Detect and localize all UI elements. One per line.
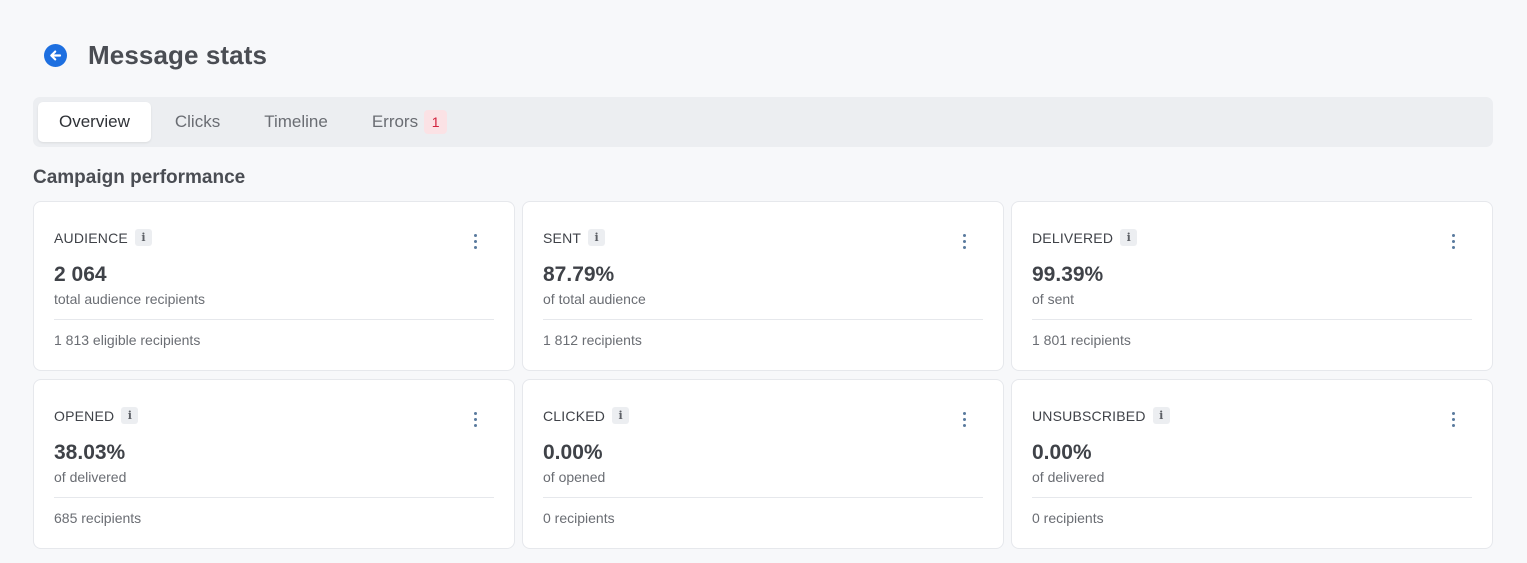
stat-card-unsubscribed: UNSUBSCRIBED i 0.00% of delivered 0 reci…	[1011, 379, 1493, 549]
card-footer: 1 801 recipients	[1032, 332, 1131, 348]
divider	[54, 319, 494, 320]
card-footer: 1 813 eligible recipients	[54, 332, 201, 348]
card-subtitle: total audience recipients	[54, 291, 205, 307]
divider	[1032, 497, 1472, 498]
info-icon[interactable]: i	[121, 407, 139, 424]
card-label: UNSUBSCRIBED	[1032, 407, 1146, 424]
card-value: 38.03%	[54, 441, 126, 464]
more-options-icon[interactable]	[1442, 408, 1464, 430]
stats-grid: AUDIENCE i 2 064 total audience recipien…	[33, 201, 1493, 549]
more-options-icon[interactable]	[953, 230, 975, 252]
arrow-left-icon	[50, 50, 62, 60]
card-value: 87.79%	[543, 263, 615, 286]
page-title: Message stats	[88, 39, 268, 70]
card-label: SENT	[543, 229, 582, 246]
divider	[543, 319, 983, 320]
stat-card-clicked: CLICKED i 0.00% of opened 0 recipients	[522, 379, 1004, 549]
tab-overview[interactable]: Overview	[38, 102, 151, 142]
card-subtitle: of delivered	[1032, 469, 1105, 485]
card-value: 0.00%	[1032, 441, 1092, 464]
tab-label: Errors	[371, 112, 419, 131]
stat-card-audience: AUDIENCE i 2 064 total audience recipien…	[33, 201, 515, 371]
divider	[1032, 319, 1472, 320]
tab-label: Overview	[59, 112, 130, 131]
card-subtitle: of total audience	[543, 291, 646, 307]
tab-timeline[interactable]: Timeline	[242, 102, 350, 142]
card-footer: 685 recipients	[54, 510, 142, 526]
card-subtitle: of sent	[1032, 291, 1075, 307]
more-options-icon[interactable]	[464, 230, 486, 252]
card-subtitle: of delivered	[54, 469, 127, 485]
info-icon[interactable]: i	[1120, 229, 1138, 246]
card-footer: 1 812 recipients	[543, 332, 642, 348]
info-icon[interactable]: i	[1152, 407, 1170, 424]
card-footer: 0 recipients	[1032, 510, 1104, 526]
card-value: 0.00%	[543, 441, 603, 464]
divider	[54, 497, 494, 498]
card-label: DELIVERED	[1032, 229, 1114, 246]
stat-card-opened: OPENED i 38.03% of delivered 685 recipie…	[33, 379, 515, 549]
card-value: 2 064	[54, 263, 107, 286]
back-button[interactable]	[44, 43, 67, 67]
divider	[543, 497, 983, 498]
tab-label: Timeline	[264, 112, 328, 131]
more-options-icon[interactable]	[953, 408, 975, 430]
card-label: AUDIENCE	[54, 229, 128, 246]
stat-card-delivered: DELIVERED i 99.39% of sent 1 801 recipie…	[1011, 201, 1493, 371]
more-options-icon[interactable]	[1442, 230, 1464, 252]
info-icon[interactable]: i	[612, 407, 630, 424]
tab-bar: Overview Clicks Timeline Errors 1	[33, 97, 1493, 147]
tab-clicks[interactable]: Clicks	[153, 102, 242, 142]
page-header: Message stats	[44, 38, 267, 72]
stat-card-sent: SENT i 87.79% of total audience 1 812 re…	[522, 201, 1004, 371]
more-options-icon[interactable]	[464, 408, 486, 430]
card-subtitle: of opened	[543, 469, 606, 485]
tab-errors[interactable]: Errors 1	[350, 102, 469, 142]
info-icon[interactable]: i	[134, 229, 152, 246]
card-label: CLICKED	[543, 407, 606, 424]
card-value: 99.39%	[1032, 263, 1104, 286]
tab-label: Clicks	[174, 112, 221, 131]
error-count-badge: 1	[424, 110, 448, 134]
info-icon[interactable]: i	[588, 229, 606, 246]
section-title: Campaign performance	[33, 167, 246, 188]
card-footer: 0 recipients	[543, 510, 615, 526]
card-label: OPENED	[54, 407, 115, 424]
